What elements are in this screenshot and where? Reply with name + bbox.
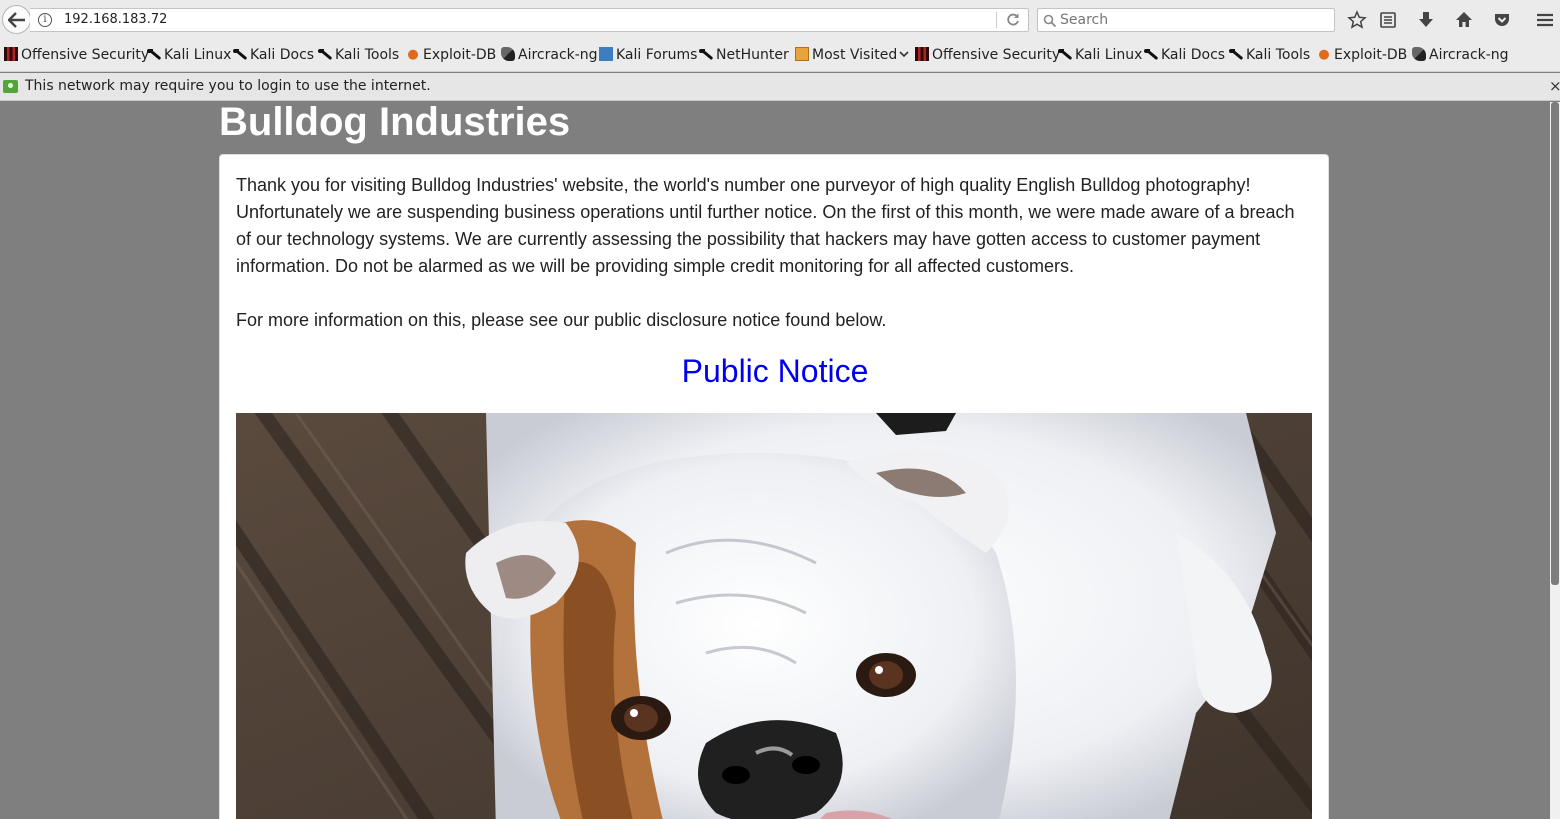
hamburger-menu-icon[interactable] (1535, 10, 1555, 30)
kali-icon (1144, 47, 1158, 61)
bookmarks-toolbar: Offensive Security Kali Linux Kali Docs … (0, 40, 1560, 72)
navigation-toolbar: i 192.168.183.72 Search (0, 0, 1560, 40)
bookmark-label: Offensive Security (21, 47, 150, 63)
notification-text[interactable]: This network may require you to login to… (25, 78, 431, 94)
bulldog-photo (236, 413, 1312, 819)
bookmark-label: NetHunter (716, 47, 789, 63)
bookmark-kali-docs[interactable]: Kali Docs (233, 47, 314, 67)
bookmark-star-icon[interactable] (1347, 10, 1367, 30)
url-separator (996, 12, 997, 28)
bookmark-kali-tools-2[interactable]: Kali Tools (1229, 47, 1310, 67)
page-title: Bulldog Industries (219, 100, 571, 144)
chevron-down-icon (899, 51, 909, 58)
bookmark-label: Most Visited (812, 47, 898, 63)
close-icon[interactable]: × (1549, 77, 1560, 95)
bookmark-label: Kali Linux (164, 47, 232, 63)
bookmark-label: Kali Tools (1246, 47, 1311, 63)
bookmark-label: Kali Tools (335, 47, 400, 63)
network-icon (3, 80, 18, 93)
captive-portal-notification: This network may require you to login to… (0, 73, 1560, 101)
bookmark-kali-tools[interactable]: Kali Tools (318, 47, 399, 67)
search-bar[interactable]: Search (1037, 8, 1335, 32)
aircrack-icon (501, 47, 515, 61)
bookmark-label: Exploit-DB (423, 47, 497, 63)
kali-icon (1058, 47, 1072, 61)
kali-icon (1229, 47, 1243, 61)
scrollbar-thumb[interactable] (1551, 102, 1559, 585)
disclosure-paragraph: For more information on this, please see… (236, 310, 887, 330)
bulldog-illustration (236, 413, 1312, 819)
bookmark-exploit-db-2[interactable]: Exploit-DB (1317, 47, 1407, 67)
bookmark-most-visited[interactable]: Most Visited (795, 47, 909, 67)
exploit-db-icon (406, 47, 420, 61)
bookmark-aircrack-ng-2[interactable]: Aircrack-ng (1412, 47, 1509, 67)
content-card: Thank you for visiting Bulldog Industrie… (219, 154, 1329, 819)
offsec-icon (915, 47, 929, 61)
site-info-icon[interactable]: i (38, 13, 52, 27)
home-icon[interactable] (1454, 10, 1474, 30)
kali-icon (699, 47, 713, 61)
bookmark-offensive-security[interactable]: Offensive Security (4, 47, 149, 67)
public-notice-link[interactable]: Public Notice (220, 353, 1330, 390)
url-bar[interactable]: i 192.168.183.72 (30, 8, 1029, 32)
downloads-icon[interactable] (1416, 10, 1436, 30)
bookmark-kali-docs-2[interactable]: Kali Docs (1144, 47, 1225, 67)
bookmark-label: Exploit-DB (1334, 47, 1408, 63)
reload-icon[interactable] (1005, 12, 1021, 28)
intro-paragraph: Thank you for visiting Bulldog Industrie… (236, 175, 1295, 276)
bookmark-offensive-security-2[interactable]: Offensive Security (915, 47, 1060, 67)
bookmark-kali-forums[interactable]: Kali Forums (599, 47, 697, 67)
back-arrow-icon (8, 12, 25, 28)
back-button[interactable] (2, 5, 31, 34)
bookmark-label: Kali Docs (250, 47, 315, 63)
bookmark-label: Kali Linux (1075, 47, 1143, 63)
exploit-db-icon (1317, 47, 1331, 61)
bookmark-label: Aircrack-ng (518, 47, 598, 63)
search-placeholder: Search (1060, 12, 1109, 28)
aircrack-icon (1412, 47, 1426, 61)
bookmark-nethunter[interactable]: NetHunter (699, 47, 789, 67)
search-icon (1043, 14, 1057, 28)
bookmark-aircrack-ng[interactable]: Aircrack-ng (501, 47, 598, 67)
kali-icon (318, 47, 332, 61)
bookmark-label: Kali Docs (1161, 47, 1226, 63)
folder-icon (795, 47, 809, 61)
bookmark-kali-linux[interactable]: Kali Linux (147, 47, 231, 67)
url-text[interactable]: 192.168.183.72 (64, 12, 167, 27)
bookmark-label: Aircrack-ng (1429, 47, 1509, 63)
bookmark-label: Offensive Security (932, 47, 1061, 63)
kali-icon (233, 47, 247, 61)
bookmark-kali-linux-2[interactable]: Kali Linux (1058, 47, 1142, 67)
pocket-icon[interactable] (1492, 10, 1512, 30)
bookmark-exploit-db[interactable]: Exploit-DB (406, 47, 496, 67)
forums-icon (599, 47, 613, 61)
kali-icon (147, 47, 161, 61)
bookmark-label: Kali Forums (616, 47, 698, 63)
offsec-icon (4, 47, 18, 61)
bookmarks-menu-icon[interactable] (1378, 10, 1398, 30)
